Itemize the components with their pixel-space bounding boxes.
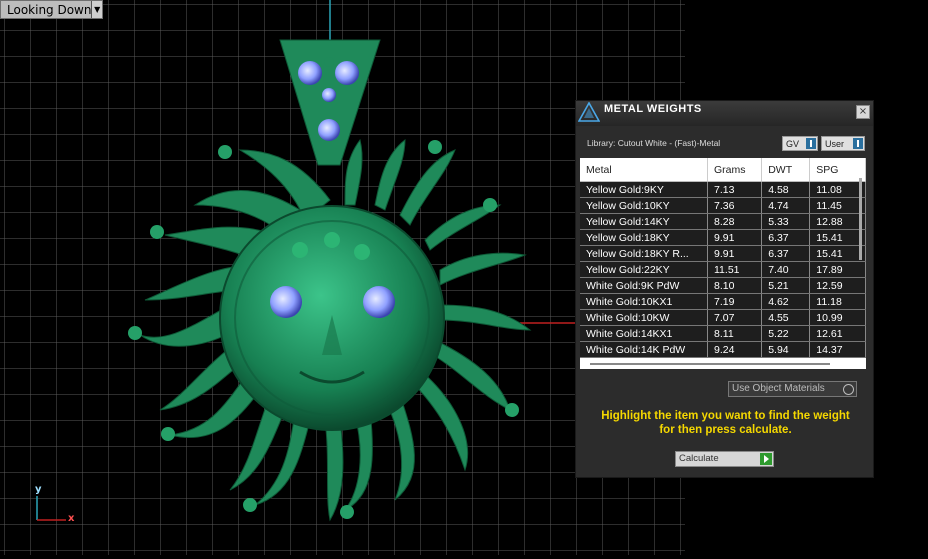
view-dropdown-label: Looking Down xyxy=(7,2,92,17)
use-object-materials-label: Use Object Materials xyxy=(732,383,825,394)
user-toggle[interactable]: User xyxy=(821,136,865,151)
user-toggle-label: User xyxy=(825,138,845,149)
left-eye-gem xyxy=(270,286,302,318)
cell-metal: White Gold:9K PdW xyxy=(580,277,708,294)
cell-spg: 15.41 xyxy=(809,245,866,262)
column-header-metal[interactable]: Metal xyxy=(580,158,708,182)
cell-spg: 12.88 xyxy=(809,213,866,230)
column-header-spg[interactable]: SPG xyxy=(809,158,866,182)
play-arrow-icon xyxy=(760,453,772,465)
instruction-text: Highlight the item you want to find the … xyxy=(584,409,867,437)
table-row[interactable]: White Gold:10KW 7.07 4.55 10.99 xyxy=(580,309,866,326)
table-row[interactable]: Yellow Gold:18KY R... 9.91 6.37 15.41 xyxy=(580,245,866,262)
cell-dwt: 4.74 xyxy=(761,197,811,214)
cell-spg: 14.37 xyxy=(809,341,866,358)
cell-metal: White Gold:10KW xyxy=(580,309,708,326)
calculate-label: Calculate xyxy=(679,453,719,464)
table-row[interactable]: White Gold:14K PdW 9.24 5.94 14.37 xyxy=(580,341,866,358)
cell-dwt: 6.37 xyxy=(761,229,811,246)
cell-metal: White Gold:14KX1 xyxy=(580,325,708,342)
cell-metal: Yellow Gold:9KY xyxy=(580,181,708,198)
instruction-line-2: for then press calculate. xyxy=(659,424,792,436)
column-header-dwt[interactable]: DWT xyxy=(761,158,811,182)
instruction-line-1: Highlight the item you want to find the … xyxy=(601,410,850,422)
cell-spg: 12.59 xyxy=(809,277,866,294)
table-header-row: Metal Grams DWT SPG xyxy=(580,158,866,182)
view-dropdown[interactable]: Looking Down ▼ xyxy=(0,0,103,19)
cell-grams: 7.19 xyxy=(707,293,763,310)
cell-grams: 8.10 xyxy=(707,277,763,294)
table-row[interactable]: White Gold:10KX1 7.19 4.62 11.18 xyxy=(580,293,866,310)
radio-indicator-icon xyxy=(843,384,854,395)
library-label: Library: Cutout White - (Fast)-Metal xyxy=(587,138,721,148)
cell-dwt: 6.37 xyxy=(761,245,811,262)
table-row[interactable]: Yellow Gold:10KY 7.36 4.74 11.45 xyxy=(580,197,866,214)
toggle-indicator-icon xyxy=(853,138,863,149)
cell-dwt: 4.62 xyxy=(761,293,811,310)
cell-metal: Yellow Gold:14KY xyxy=(580,213,708,230)
cell-grams: 11.51 xyxy=(707,261,763,278)
close-button[interactable]: × xyxy=(856,105,870,119)
table-row[interactable]: White Gold:9K PdW 8.10 5.21 12.59 xyxy=(580,277,866,294)
cell-grams: 7.36 xyxy=(707,197,763,214)
cell-grams: 7.07 xyxy=(707,309,763,326)
cell-spg: 17.89 xyxy=(809,261,866,278)
toggle-indicator-icon xyxy=(806,138,816,149)
cell-dwt: 5.94 xyxy=(761,341,811,358)
cell-dwt: 4.55 xyxy=(761,309,811,326)
table-row[interactable]: Yellow Gold:22KY 11.51 7.40 17.89 xyxy=(580,261,866,278)
right-eye-gem xyxy=(363,286,395,318)
cell-dwt: 4.58 xyxy=(761,181,811,198)
cell-dwt: 7.40 xyxy=(761,261,811,278)
cell-dwt: 5.33 xyxy=(761,213,811,230)
table-row[interactable]: Yellow Gold:9KY 7.13 4.58 11.08 xyxy=(580,181,866,198)
cell-spg: 11.08 xyxy=(809,181,866,198)
metal-weights-panel: METAL WEIGHTS × Library: Cutout White - … xyxy=(575,100,874,478)
cell-grams: 9.91 xyxy=(707,245,763,262)
axis-y-label: y xyxy=(35,484,42,495)
calculate-button[interactable]: Calculate xyxy=(675,451,774,467)
gv-toggle-label: GV xyxy=(786,138,800,149)
table-row[interactable]: Yellow Gold:18KY 9.91 6.37 15.41 xyxy=(580,229,866,246)
cell-dwt: 5.22 xyxy=(761,325,811,342)
table-row[interactable]: Yellow Gold:14KY 8.28 5.33 12.88 xyxy=(580,213,866,230)
table-horizontal-scrollbar[interactable] xyxy=(590,363,830,365)
table-row[interactable]: White Gold:14KX1 8.11 5.22 12.61 xyxy=(580,325,866,342)
cell-metal: Yellow Gold:18KY xyxy=(580,229,708,246)
cell-dwt: 5.21 xyxy=(761,277,811,294)
cell-grams: 9.91 xyxy=(707,229,763,246)
chevron-down-icon[interactable]: ▼ xyxy=(91,1,102,18)
cell-spg: 11.18 xyxy=(809,293,866,310)
cell-metal: White Gold:14K PdW xyxy=(580,341,708,358)
column-header-grams[interactable]: Grams xyxy=(707,158,763,182)
cell-spg: 11.45 xyxy=(809,197,866,214)
close-icon: × xyxy=(858,106,868,117)
cell-metal: Yellow Gold:22KY xyxy=(580,261,708,278)
gv-toggle[interactable]: GV xyxy=(782,136,818,151)
metal-table[interactable]: Metal Grams DWT SPG Yellow Gold:9KY 7.13 4… xyxy=(580,158,866,369)
use-object-materials-dropdown[interactable]: Use Object Materials xyxy=(728,381,857,397)
cell-grams: 8.11 xyxy=(707,325,763,342)
cell-spg: 15.41 xyxy=(809,229,866,246)
axis-x-label: x xyxy=(68,513,75,524)
panel-header[interactable]: METAL WEIGHTS × xyxy=(576,101,873,126)
cell-grams: 9.24 xyxy=(707,341,763,358)
cell-grams: 8.28 xyxy=(707,213,763,230)
cell-metal: Yellow Gold:18KY R... xyxy=(580,245,708,262)
cell-metal: White Gold:10KX1 xyxy=(580,293,708,310)
app-logo-icon xyxy=(578,102,600,122)
panel-title: METAL WEIGHTS xyxy=(604,103,702,115)
cell-spg: 12.61 xyxy=(809,325,866,342)
cell-metal: Yellow Gold:10KY xyxy=(580,197,708,214)
cell-grams: 7.13 xyxy=(707,181,763,198)
table-vertical-scrollbar[interactable] xyxy=(859,178,862,260)
cell-spg: 10.99 xyxy=(809,309,866,326)
